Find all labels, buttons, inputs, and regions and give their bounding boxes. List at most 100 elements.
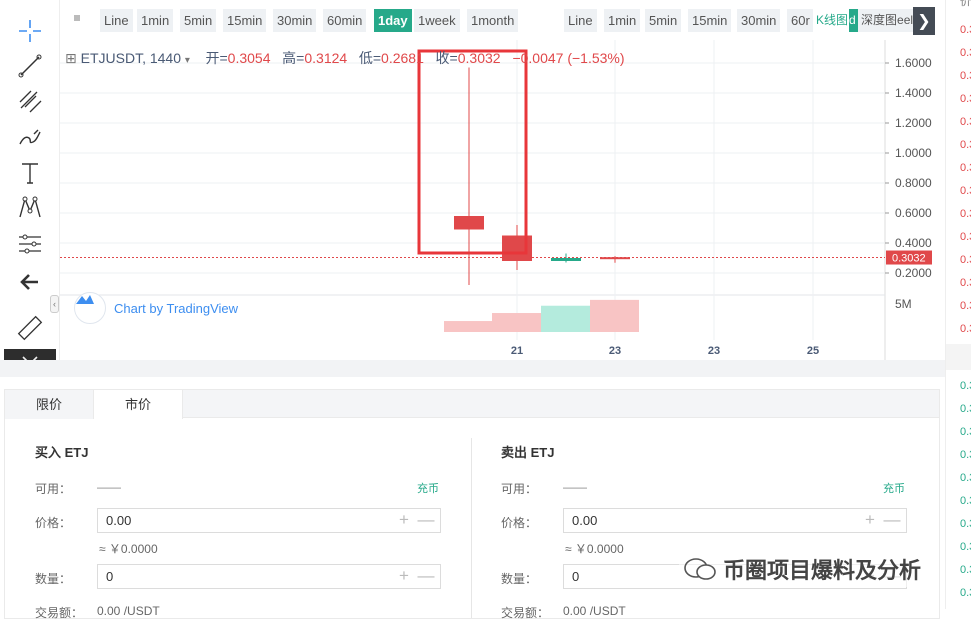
tab-market[interactable]: 市价 xyxy=(93,390,183,419)
order-book-buy-row[interactable]: 0.3 xyxy=(960,472,971,484)
order-book-sell-row[interactable]: 0.3 xyxy=(960,300,971,312)
interval-1week[interactable]: 1week xyxy=(414,9,460,32)
buy-available-value: —— xyxy=(97,480,121,494)
order-type-tabs: 限价 市价 xyxy=(5,390,939,419)
watermark-text: 币圈项目爆料及分析 xyxy=(723,558,922,583)
ruler-icon[interactable] xyxy=(15,313,45,343)
buy-qty-plus-icon[interactable]: + xyxy=(394,565,414,587)
low-value: 0.2681 xyxy=(381,50,424,66)
interval-1min[interactable]: 1min xyxy=(137,9,174,32)
chevron-right-icon[interactable]: ❯ xyxy=(913,7,935,35)
buy-price-input[interactable]: 0.00 + — xyxy=(97,508,441,533)
order-book-buy-row[interactable]: 0.3 xyxy=(960,426,971,438)
interval-30min-2[interactable]: 30min xyxy=(737,9,781,32)
toolbar-collapse-button[interactable]: ‹ xyxy=(50,295,59,313)
sell-price-input[interactable]: 0.00 + — xyxy=(563,508,907,533)
interval-60min[interactable]: 60min xyxy=(323,9,367,32)
trend-line-icon[interactable] xyxy=(15,51,45,81)
order-book-buy-row[interactable]: 0.3 xyxy=(960,587,971,599)
y-tick-label: 0.8000 xyxy=(895,176,932,190)
high-label: 高= xyxy=(282,50,305,66)
y-tick-label: 1.4000 xyxy=(895,86,932,100)
change-value: −0.0047 (−1.53%) xyxy=(512,50,625,66)
sell-price-approx: ≈ ￥0.0000 xyxy=(565,542,624,556)
text-icon[interactable] xyxy=(15,158,45,188)
interval-15min[interactable]: 15min xyxy=(223,9,267,32)
sell-title: 卖出 ETJ xyxy=(501,445,555,460)
pattern-icon[interactable] xyxy=(15,193,45,223)
interval-60min-2[interactable]: 60r xyxy=(787,9,814,32)
y-tick-label: 1.2000 xyxy=(895,116,932,130)
order-book-sell-row[interactable]: 0.3 xyxy=(960,70,971,82)
sell-price-plus-icon[interactable]: + xyxy=(860,509,880,531)
buy-price-plus-icon[interactable]: + xyxy=(394,509,414,531)
interval-1min-2[interactable]: 1min xyxy=(604,9,641,32)
interval-line-2[interactable]: Line xyxy=(564,9,597,32)
last-price-label: 0.3032 xyxy=(892,253,926,265)
symbol-toggle-icon[interactable]: ⊞ xyxy=(65,50,77,66)
order-book-buy-row[interactable]: 0.3 xyxy=(960,564,971,576)
watermark: 币圈项目爆料及分析 xyxy=(679,551,926,587)
interval-5min[interactable]: 5min xyxy=(180,9,217,32)
tab-depth-overflow: eel xyxy=(897,13,914,27)
buy-qty-label: 数量： xyxy=(35,572,72,586)
order-book-buy-row[interactable]: 0.3 xyxy=(960,403,971,415)
interval-1day[interactable]: 1day xyxy=(374,9,412,32)
buy-qty-minus-icon[interactable]: — xyxy=(416,565,436,587)
price-chart[interactable]: 1.6000 1.4000 1.2000 1.0000 0.8000 0.6000 0.40… xyxy=(60,40,935,360)
order-book-buy-row[interactable]: 0.3 xyxy=(960,518,971,530)
brush-icon[interactable] xyxy=(15,122,45,152)
y-tick-label: 0.4000 xyxy=(895,236,932,250)
chevron-down-icon[interactable]: ▾ xyxy=(185,55,190,66)
sell-qty-label: 数量： xyxy=(501,572,538,586)
order-book-sell-row[interactable]: 0.3 xyxy=(960,323,971,335)
volume-bar xyxy=(541,305,590,332)
buy-charge-link[interactable]: 充币 xyxy=(417,480,439,496)
x-tick-label: 23 xyxy=(609,345,621,357)
order-book-sell-row[interactable]: 0.3 xyxy=(960,277,971,289)
order-book-sell-row[interactable]: 0.3 xyxy=(960,116,971,128)
tab-kline[interactable]: K线图 xyxy=(813,9,852,32)
tradingview-badge[interactable]: Chart by TradingView xyxy=(74,292,238,324)
order-book-sell-row[interactable]: 0.3 xyxy=(960,139,971,151)
tab-limit[interactable]: 限价 xyxy=(5,390,93,419)
symbol-pair[interactable]: ETJUSDT, 1440 xyxy=(81,50,181,66)
fib-icon[interactable] xyxy=(15,86,45,116)
buy-price-minus-icon[interactable]: — xyxy=(416,509,436,531)
wechat-logo-icon xyxy=(684,558,716,580)
y-tick-label: 1.6000 xyxy=(895,56,932,70)
tab-depth-mark[interactable]: d xyxy=(849,9,858,32)
sell-amount-label: 交易额： xyxy=(501,606,550,620)
sell-charge-link[interactable]: 充币 xyxy=(883,480,905,496)
interval-5min-2[interactable]: 5min xyxy=(645,9,682,32)
buy-qty-input[interactable]: 0 + — xyxy=(97,564,441,589)
volume-tick-label: 5M xyxy=(895,297,912,311)
order-book-mid xyxy=(946,344,971,370)
order-book-sell-row[interactable]: 0.3 xyxy=(960,208,971,220)
back-arrow-icon[interactable] xyxy=(15,267,45,297)
interval-15min-2[interactable]: 15min xyxy=(688,9,732,32)
candle-body xyxy=(454,216,484,230)
interval-1month[interactable]: 1month xyxy=(467,9,519,32)
order-book-sell-row[interactable]: 0.3 xyxy=(960,162,971,174)
sell-price-minus-icon[interactable]: — xyxy=(882,509,902,531)
order-book-sell-row[interactable]: 0.3 xyxy=(960,93,971,105)
order-book-sell-row[interactable]: 0.3 xyxy=(960,24,971,36)
close-value: 0.3032 xyxy=(457,50,501,66)
open-label: 开= xyxy=(205,50,228,66)
tab-depth[interactable]: 深度图eel xyxy=(858,9,917,32)
measure-icon[interactable] xyxy=(15,229,45,259)
order-book-sell-row[interactable]: 0.3 xyxy=(960,185,971,197)
order-book-buy-row[interactable]: 0.3 xyxy=(960,449,971,461)
order-book-sell-row[interactable]: 0.3 xyxy=(960,47,971,59)
order-book-buy-row[interactable]: 0.3 xyxy=(960,380,971,392)
order-book-buy-row[interactable]: 0.3 xyxy=(960,541,971,553)
interval-line[interactable]: Line xyxy=(100,9,133,32)
interval-30min[interactable]: 30min xyxy=(273,9,317,32)
order-book-sell-row[interactable]: 0.3 xyxy=(960,254,971,266)
order-book-buy-row[interactable]: 0.3 xyxy=(960,495,971,507)
order-book-sell-row[interactable]: 0.3 xyxy=(960,231,971,243)
settings-dot-icon[interactable] xyxy=(74,15,80,21)
chart-legend: ⊞ ETJUSDT, 1440 ▾ 开=0.3054 高=0.3124 低=0.… xyxy=(65,48,625,68)
crosshair-icon[interactable] xyxy=(15,16,45,46)
